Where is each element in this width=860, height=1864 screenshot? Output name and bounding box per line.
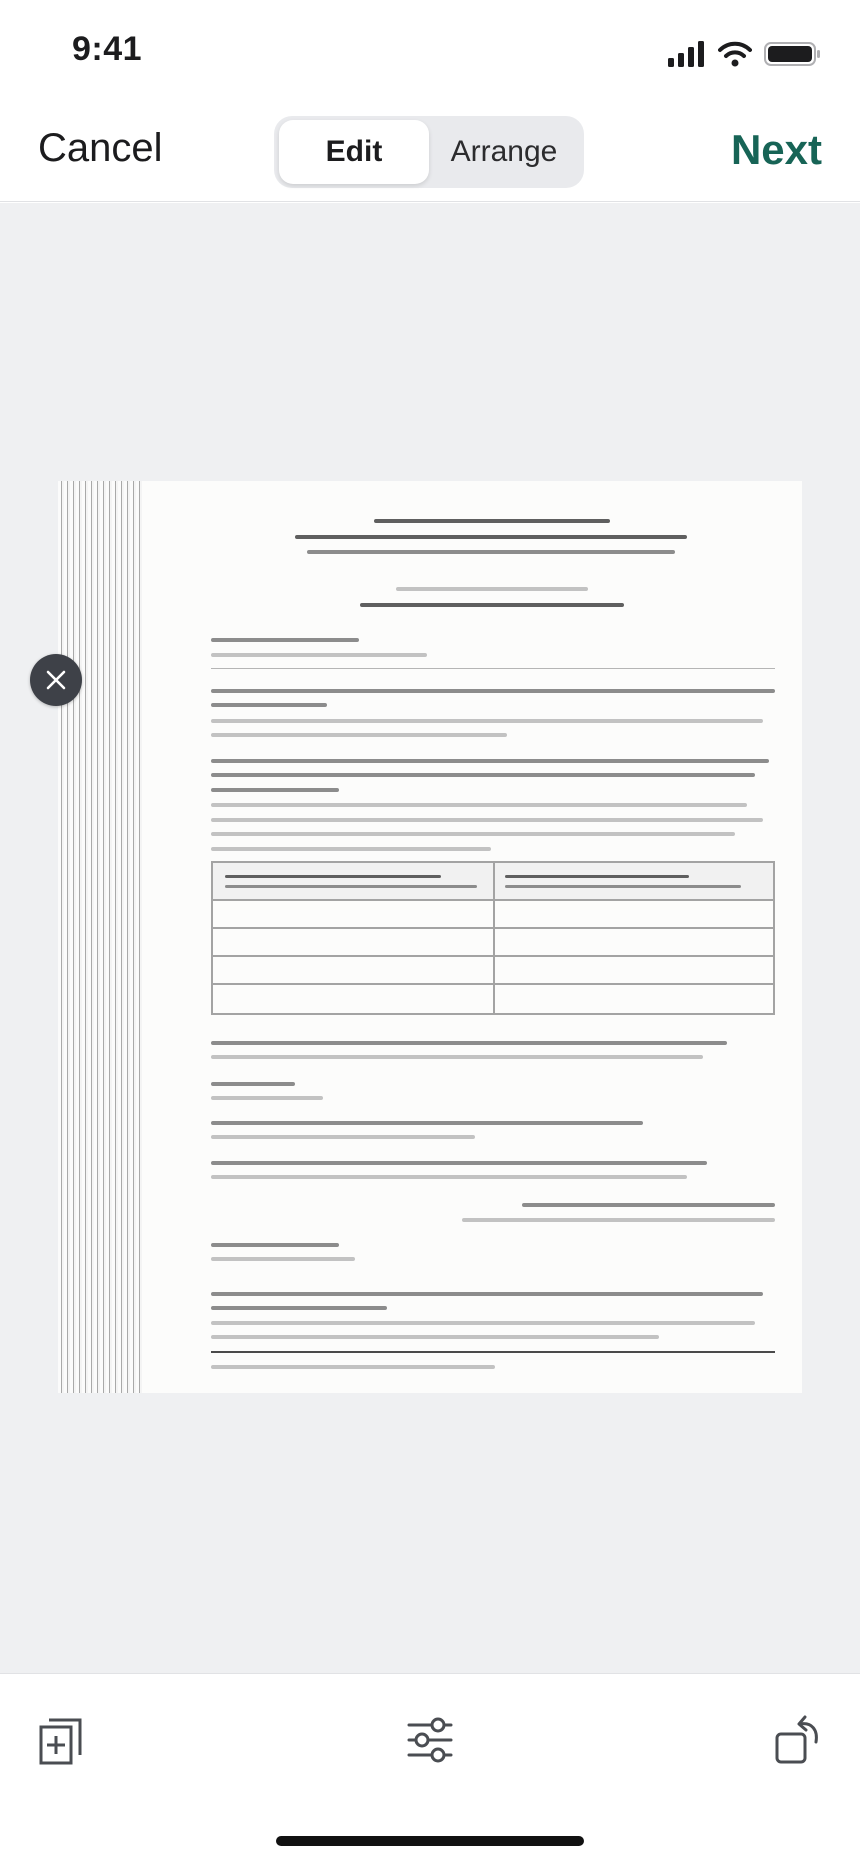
doc-line bbox=[307, 550, 675, 554]
doc-line bbox=[211, 1082, 295, 1086]
cancel-button[interactable]: Cancel bbox=[38, 126, 163, 171]
doc-line bbox=[211, 818, 763, 822]
doc-line bbox=[505, 875, 689, 878]
doc-line bbox=[211, 719, 763, 723]
doc-line bbox=[225, 875, 441, 878]
add-page-button[interactable] bbox=[32, 1710, 92, 1770]
doc-line bbox=[211, 1041, 727, 1045]
doc-line bbox=[211, 1055, 703, 1059]
doc-table-divider bbox=[493, 863, 495, 1013]
doc-line bbox=[522, 1203, 775, 1207]
adjustments-icon bbox=[407, 1717, 453, 1763]
scanned-page[interactable] bbox=[58, 481, 802, 1393]
page-binding-edge bbox=[58, 481, 142, 1393]
doc-line bbox=[211, 703, 327, 707]
doc-table bbox=[211, 861, 775, 1015]
mode-segmented-control: Edit Arrange bbox=[274, 116, 584, 188]
doc-line bbox=[360, 603, 624, 607]
doc-line bbox=[295, 535, 687, 539]
doc-table-divider bbox=[213, 927, 773, 929]
doc-line bbox=[225, 885, 477, 888]
adjustments-button[interactable] bbox=[400, 1710, 460, 1770]
add-page-icon bbox=[39, 1718, 82, 1765]
status-bar: 9:41 bbox=[0, 0, 860, 100]
rotate-icon bbox=[775, 1715, 818, 1764]
doc-table-divider bbox=[213, 955, 773, 957]
document-page bbox=[142, 481, 802, 1393]
doc-line bbox=[211, 733, 507, 737]
next-button[interactable]: Next bbox=[731, 126, 822, 174]
segment-arrange[interactable]: Arrange bbox=[429, 120, 579, 184]
battery-icon bbox=[764, 42, 820, 66]
doc-line bbox=[211, 1135, 475, 1139]
doc-line bbox=[211, 638, 359, 642]
doc-line bbox=[374, 519, 610, 523]
doc-line bbox=[211, 759, 769, 763]
wifi-icon bbox=[718, 41, 752, 67]
scan-canvas bbox=[0, 203, 860, 1673]
doc-line bbox=[211, 1292, 763, 1296]
doc-line bbox=[211, 1121, 643, 1125]
close-icon bbox=[46, 670, 66, 690]
doc-line bbox=[505, 885, 741, 888]
status-time: 9:41 bbox=[72, 30, 143, 68]
doc-line bbox=[211, 1365, 495, 1369]
doc-line bbox=[462, 1218, 775, 1222]
remove-page-button[interactable] bbox=[30, 654, 82, 706]
doc-line bbox=[211, 1175, 687, 1179]
doc-line bbox=[211, 1335, 659, 1339]
home-indicator bbox=[276, 1836, 584, 1846]
doc-line bbox=[211, 689, 775, 693]
rotate-button[interactable] bbox=[768, 1710, 828, 1770]
doc-line bbox=[211, 788, 339, 792]
segment-edit[interactable]: Edit bbox=[279, 120, 429, 184]
doc-line bbox=[211, 653, 427, 657]
doc-table-divider bbox=[213, 983, 773, 985]
doc-line bbox=[211, 773, 755, 777]
doc-line bbox=[211, 847, 491, 851]
cellular-signal-icon bbox=[668, 41, 704, 67]
nav-bar: Cancel Edit Arrange Next bbox=[0, 100, 860, 202]
doc-line bbox=[211, 832, 735, 836]
doc-line bbox=[396, 587, 588, 591]
doc-rule bbox=[211, 1351, 775, 1353]
doc-line bbox=[211, 803, 747, 807]
doc-line bbox=[211, 1161, 707, 1165]
status-icons bbox=[668, 38, 822, 70]
doc-line bbox=[211, 1257, 355, 1261]
doc-line bbox=[211, 1243, 339, 1247]
doc-line bbox=[211, 1306, 387, 1310]
doc-rule bbox=[211, 668, 775, 669]
doc-line bbox=[211, 1096, 323, 1100]
doc-line bbox=[211, 1321, 755, 1325]
